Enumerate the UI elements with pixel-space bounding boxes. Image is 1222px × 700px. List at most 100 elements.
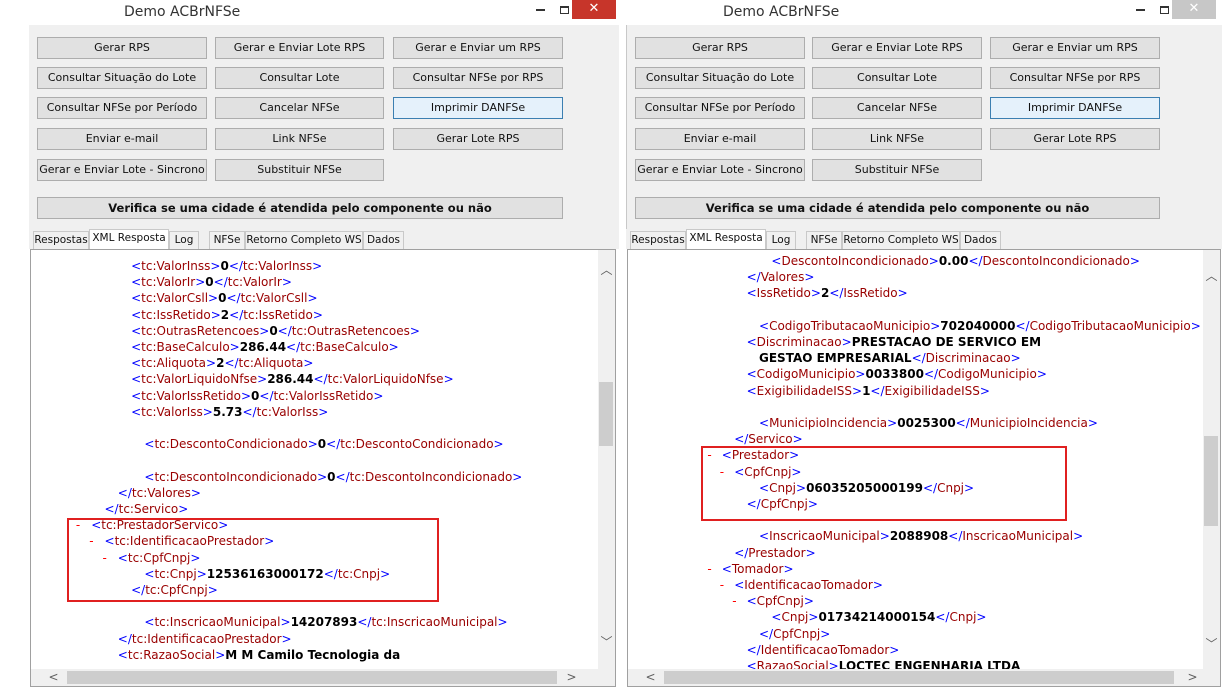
enviar-email-button[interactable]: Enviar e-mail	[635, 128, 805, 150]
tab-log[interactable]: Log	[766, 231, 796, 249]
consultar-nfse-periodo-button[interactable]: Consultar NFSe por Período	[635, 97, 805, 119]
scroll-up-icon[interactable]: ︿	[1203, 268, 1220, 285]
xml-bracket: >	[1087, 416, 1098, 430]
consultar-nfse-rps-button[interactable]: Consultar NFSe por RPS	[393, 67, 563, 89]
close-button[interactable]: ✕	[1172, 0, 1216, 19]
scroll-up-icon[interactable]: ︿	[598, 262, 615, 279]
xml-bracket: <	[131, 356, 142, 371]
gerar-enviar-lote-sincrono-button[interactable]: Gerar e Enviar Lote - Sincrono	[635, 159, 805, 181]
imprimir-danfse-button[interactable]: Imprimir DANFSe	[990, 97, 1160, 119]
scroll-left-icon[interactable]: <	[642, 669, 659, 686]
tab-retorno-completo-ws[interactable]: Retorno Completo WS	[842, 231, 960, 249]
xml-bracket: >	[889, 642, 900, 657]
horizontal-scroll-thumb[interactable]	[664, 671, 1174, 684]
substituir-nfse-button[interactable]: Substituir NFSe	[215, 159, 384, 181]
xml-response-viewer[interactable]: <tc:ValorInss>0</tc:ValorInss> <tc:ValorI…	[30, 249, 616, 687]
close-button[interactable]: ✕	[572, 0, 616, 19]
tab-retorno-completo-ws[interactable]: Retorno Completo WS	[245, 231, 363, 249]
scroll-left-icon[interactable]: <	[45, 669, 62, 686]
consultar-lote-button[interactable]: Consultar Lote	[215, 67, 384, 89]
gerar-enviar-um-rps-button[interactable]: Gerar e Enviar um RPS	[990, 37, 1160, 59]
consultar-lote-button[interactable]: Consultar Lote	[812, 67, 982, 89]
collapse-toggle[interactable]: -	[720, 464, 724, 480]
horizontal-scrollbar[interactable]: < >	[31, 669, 598, 686]
tab-respostas[interactable]: Respostas	[33, 231, 89, 249]
collapse-toggle[interactable]: -	[732, 593, 736, 609]
xml-bracket: >	[804, 270, 815, 285]
xml-response-viewer[interactable]: <DescontoIncondicionado>0.00</DescontoIn…	[627, 249, 1221, 687]
imprimir-danfse-button[interactable]: Imprimir DANFSe	[393, 97, 563, 119]
collapse-toggle[interactable]: -	[707, 447, 711, 463]
collapse-toggle[interactable]: -	[89, 533, 93, 549]
close-icon: ✕	[588, 1, 600, 16]
xml-tag-name: Discriminacao	[756, 335, 842, 349]
scroll-down-icon[interactable]: ﹀	[1203, 636, 1220, 653]
tab-dados[interactable]: Dados	[960, 231, 1001, 249]
gerar-lote-rps-button[interactable]: Gerar Lote RPS	[393, 128, 563, 150]
horizontal-scrollbar[interactable]: < >	[628, 669, 1203, 686]
vertical-scroll-thumb[interactable]	[599, 382, 613, 446]
gerar-rps-button[interactable]: Gerar RPS	[635, 37, 805, 59]
consultar-situacao-lote-button[interactable]: Consultar Situação do Lote	[37, 67, 207, 89]
gerar-lote-rps-button[interactable]: Gerar Lote RPS	[990, 128, 1160, 150]
xml-tag-name: tc:OutrasRetencoes	[291, 323, 410, 338]
consultar-nfse-rps-button[interactable]: Consultar NFSe por RPS	[990, 67, 1160, 89]
collapse-toggle[interactable]: -	[720, 577, 724, 593]
tab-xml-resposta[interactable]: XML Resposta	[686, 229, 766, 249]
consultar-situacao-lote-button[interactable]: Consultar Situação do Lote	[635, 67, 805, 89]
verifica-cidade-button[interactable]: Verifica se uma cidade é atendida pelo c…	[37, 197, 563, 219]
xml-tag-name: tc:Valores	[131, 485, 191, 500]
xml-bracket: >	[855, 367, 866, 382]
xml-content[interactable]: <DescontoIncondicionado>0.00</DescontoIn…	[628, 250, 1203, 669]
collapse-toggle[interactable]: -	[76, 517, 80, 533]
verifica-cidade-button[interactable]: Verifica se uma cidade é atendida pelo c…	[635, 197, 1160, 219]
collapse-toggle[interactable]: -	[707, 561, 711, 577]
collapse-toggle[interactable]: -	[103, 550, 107, 566]
xml-bracket: >	[783, 561, 794, 576]
gerar-enviar-um-rps-button[interactable]: Gerar e Enviar um RPS	[393, 37, 563, 59]
tab-xml-resposta[interactable]: XML Resposta	[89, 229, 169, 249]
gerar-enviar-lote-rps-button[interactable]: Gerar e Enviar Lote RPS	[215, 37, 384, 59]
minimize-button[interactable]	[1128, 0, 1152, 20]
xml-bracket: >	[828, 659, 839, 669]
cancelar-nfse-button[interactable]: Cancelar NFSe	[812, 97, 982, 119]
xml-tag-name: tc:BaseCalculo	[300, 340, 389, 354]
xml-line: <InscricaoMunicipal>2088908</InscricaoMu…	[759, 528, 1083, 544]
gerar-enviar-lote-sincrono-button[interactable]: Gerar e Enviar Lote - Sincrono	[37, 159, 207, 181]
minimize-button[interactable]	[528, 0, 552, 20]
xml-bracket: >	[807, 497, 818, 511]
gerar-rps-button[interactable]: Gerar RPS	[37, 37, 207, 59]
xml-tag-name: CodigoMunicipio	[756, 367, 856, 382]
substituir-nfse-button[interactable]: Substituir NFSe	[812, 159, 982, 181]
xml-bracket: >	[257, 372, 268, 387]
xml-bracket: >	[820, 626, 831, 641]
tab-nfse[interactable]: NFSe	[209, 231, 245, 249]
vertical-scrollbar[interactable]: ︿ ﹀	[598, 250, 615, 669]
scroll-right-icon[interactable]: >	[563, 669, 580, 686]
xml-content[interactable]: <tc:ValorInss>0</tc:ValorInss> <tc:ValorI…	[31, 250, 598, 669]
scroll-right-icon[interactable]: >	[1184, 669, 1201, 686]
scroll-down-icon[interactable]: ﹀	[598, 634, 615, 651]
xml-bracket: >	[512, 469, 523, 484]
xml-tag-name: DescontoIncondicionado	[982, 254, 1130, 268]
xml-line: </CpfCnpj>	[759, 626, 830, 642]
xml-bracket: <	[721, 561, 732, 576]
xml-bracket: <	[104, 534, 115, 549]
tab-strip: Respostas XML Resposta Log NFSe Retorno …	[29, 229, 619, 249]
enviar-email-button[interactable]: Enviar e-mail	[37, 128, 207, 150]
horizontal-scroll-thumb[interactable]	[67, 671, 557, 684]
tab-log[interactable]: Log	[169, 231, 199, 249]
vertical-scrollbar[interactable]: ︿ ﹀	[1203, 250, 1220, 669]
xml-tag-name: tc:Aliquota	[238, 356, 304, 371]
tab-nfse[interactable]: NFSe	[806, 231, 842, 249]
tab-respostas[interactable]: Respostas	[630, 231, 686, 249]
link-nfse-button[interactable]: Link NFSe	[215, 128, 384, 150]
tab-dados[interactable]: Dados	[363, 231, 404, 249]
link-nfse-button[interactable]: Link NFSe	[812, 128, 982, 150]
vertical-scroll-thumb[interactable]	[1204, 436, 1218, 526]
xml-bracket: </	[326, 437, 341, 452]
gerar-enviar-lote-rps-button[interactable]: Gerar e Enviar Lote RPS	[812, 37, 982, 59]
xml-bracket: </	[229, 307, 244, 322]
cancelar-nfse-button[interactable]: Cancelar NFSe	[215, 97, 384, 119]
consultar-nfse-periodo-button[interactable]: Consultar NFSe por Período	[37, 97, 207, 119]
